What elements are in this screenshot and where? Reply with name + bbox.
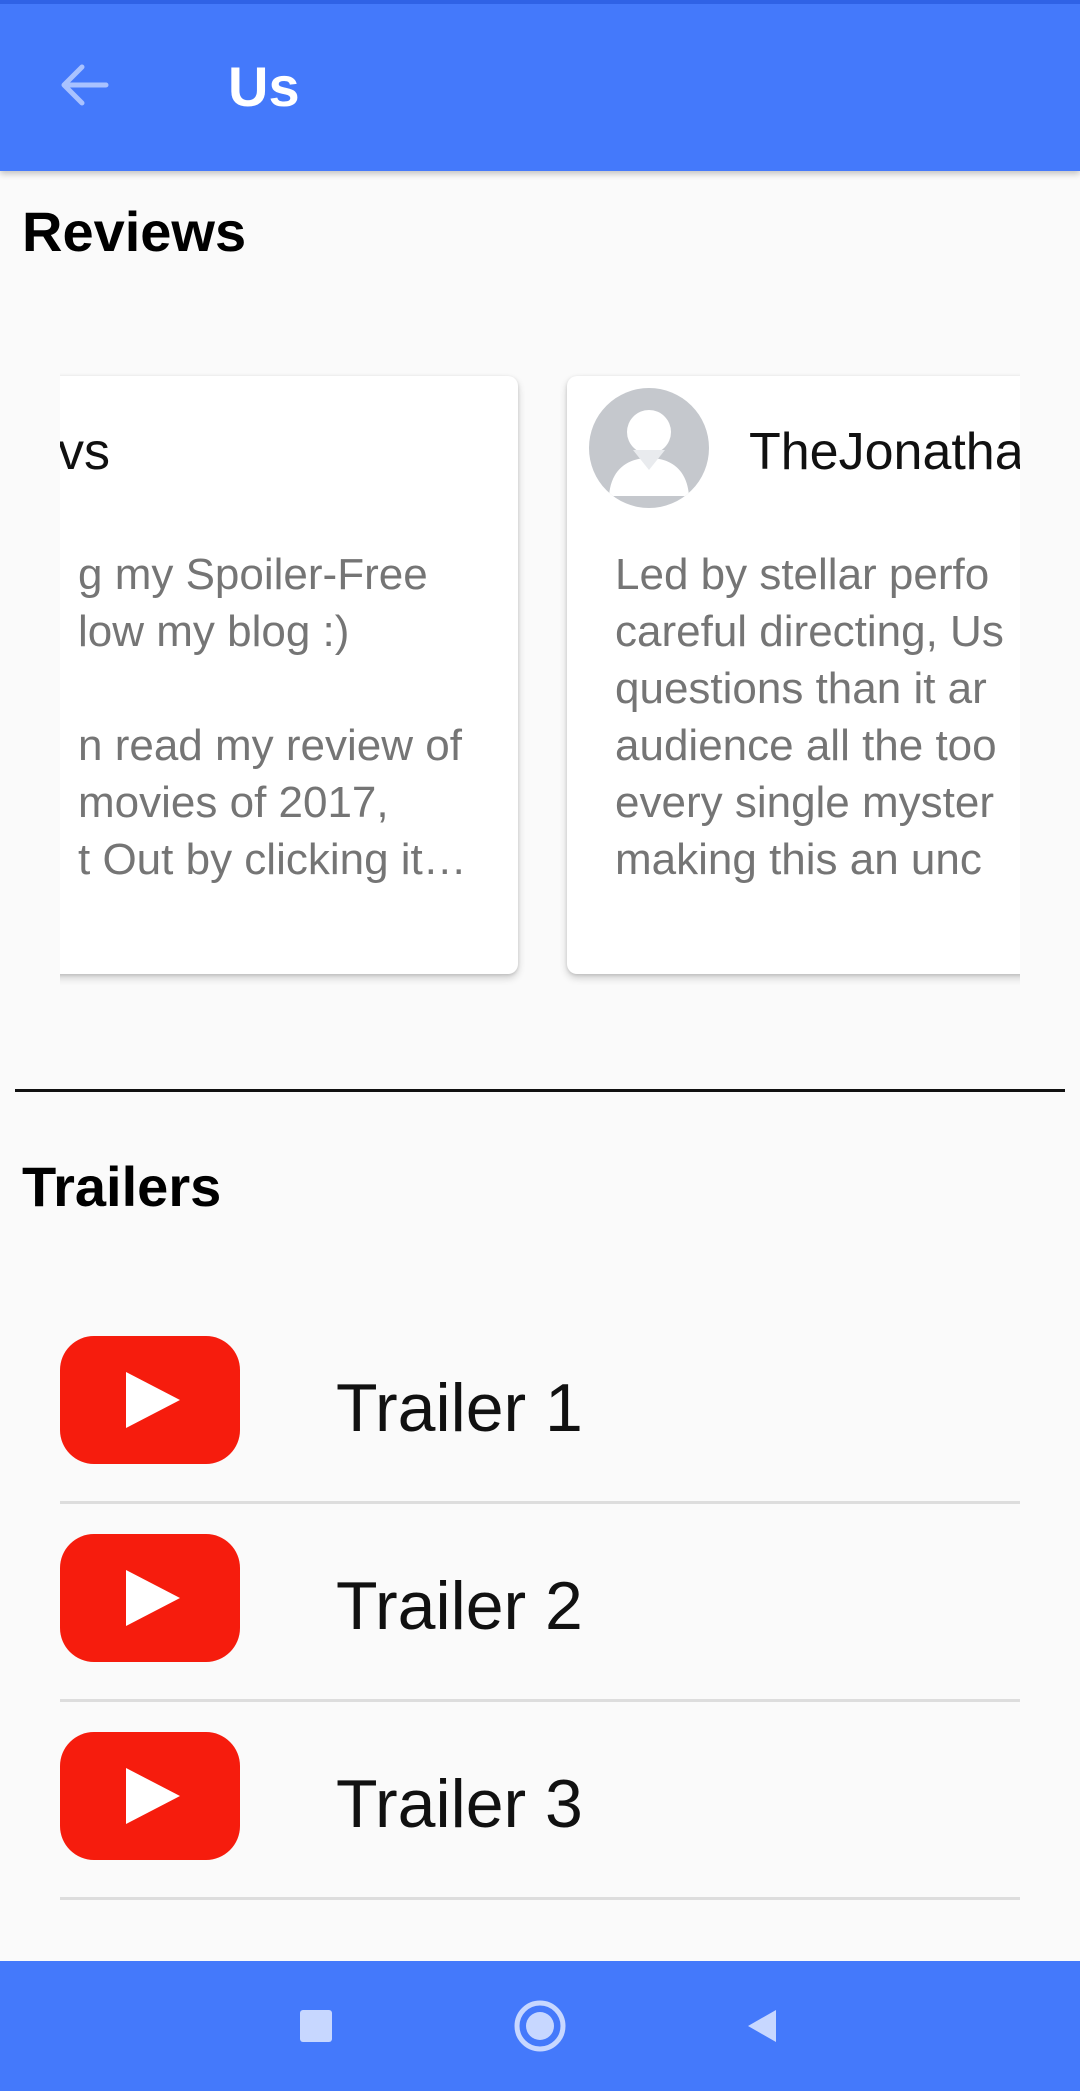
review-card[interactable]: TheJonatha Led by stellar perfo careful …: [567, 376, 1020, 974]
review-author: vs: [60, 423, 110, 481]
youtube-play-icon: [60, 1732, 240, 1860]
back-nav-button[interactable]: [697, 1961, 827, 2091]
trailer-label: Trailer 2: [336, 1568, 583, 1644]
trailer-list-item[interactable]: Trailer 2: [60, 1504, 1020, 1702]
recents-square-icon: [300, 2010, 332, 2042]
trailer-list-item[interactable]: Trailer 3: [60, 1702, 1020, 1900]
back-triangle-icon: [748, 2010, 776, 2042]
home-circle-icon: [514, 2000, 566, 2052]
review-paragraph: n read my review of movies of 2017, t Ou…: [78, 721, 467, 884]
home-button[interactable]: [475, 1961, 605, 2091]
reviews-carousel[interactable]: vs g my Spoiler-Free low my blog :) n re…: [60, 360, 1020, 1000]
trailers-heading: Trailers: [22, 1155, 222, 1218]
youtube-play-icon: [60, 1534, 240, 1662]
trailer-label: Trailer 3: [336, 1766, 583, 1842]
section-divider: [15, 1089, 1065, 1092]
recents-button[interactable]: [251, 1961, 381, 2091]
review-content: Led by stellar perfo careful directing, …: [615, 546, 1020, 945]
trailer-list-item[interactable]: Trailer 1: [60, 1306, 1020, 1504]
page-title: Us: [228, 55, 300, 118]
system-navigation-bar: [0, 1961, 1080, 2091]
arrow-left-icon: [61, 64, 109, 106]
youtube-play-icon: [60, 1336, 240, 1464]
review-paragraph: Led by stellar perfo careful directing, …: [615, 550, 1004, 884]
default-user-avatar-icon: [589, 388, 709, 508]
reviews-heading: Reviews: [22, 200, 247, 263]
status-bar-strip: [0, 0, 1080, 4]
back-button[interactable]: [44, 45, 124, 125]
top-app-bar: Us: [0, 0, 1080, 171]
list-divider: [60, 1897, 1020, 1900]
review-paragraph: g my Spoiler-Free low my blog :): [78, 550, 428, 656]
review-author: TheJonatha: [749, 423, 1020, 481]
trailer-label: Trailer 1: [336, 1370, 583, 1446]
review-card[interactable]: vs g my Spoiler-Free low my blog :) n re…: [60, 376, 518, 974]
review-content: g my Spoiler-Free low my blog :) n read …: [78, 546, 518, 945]
